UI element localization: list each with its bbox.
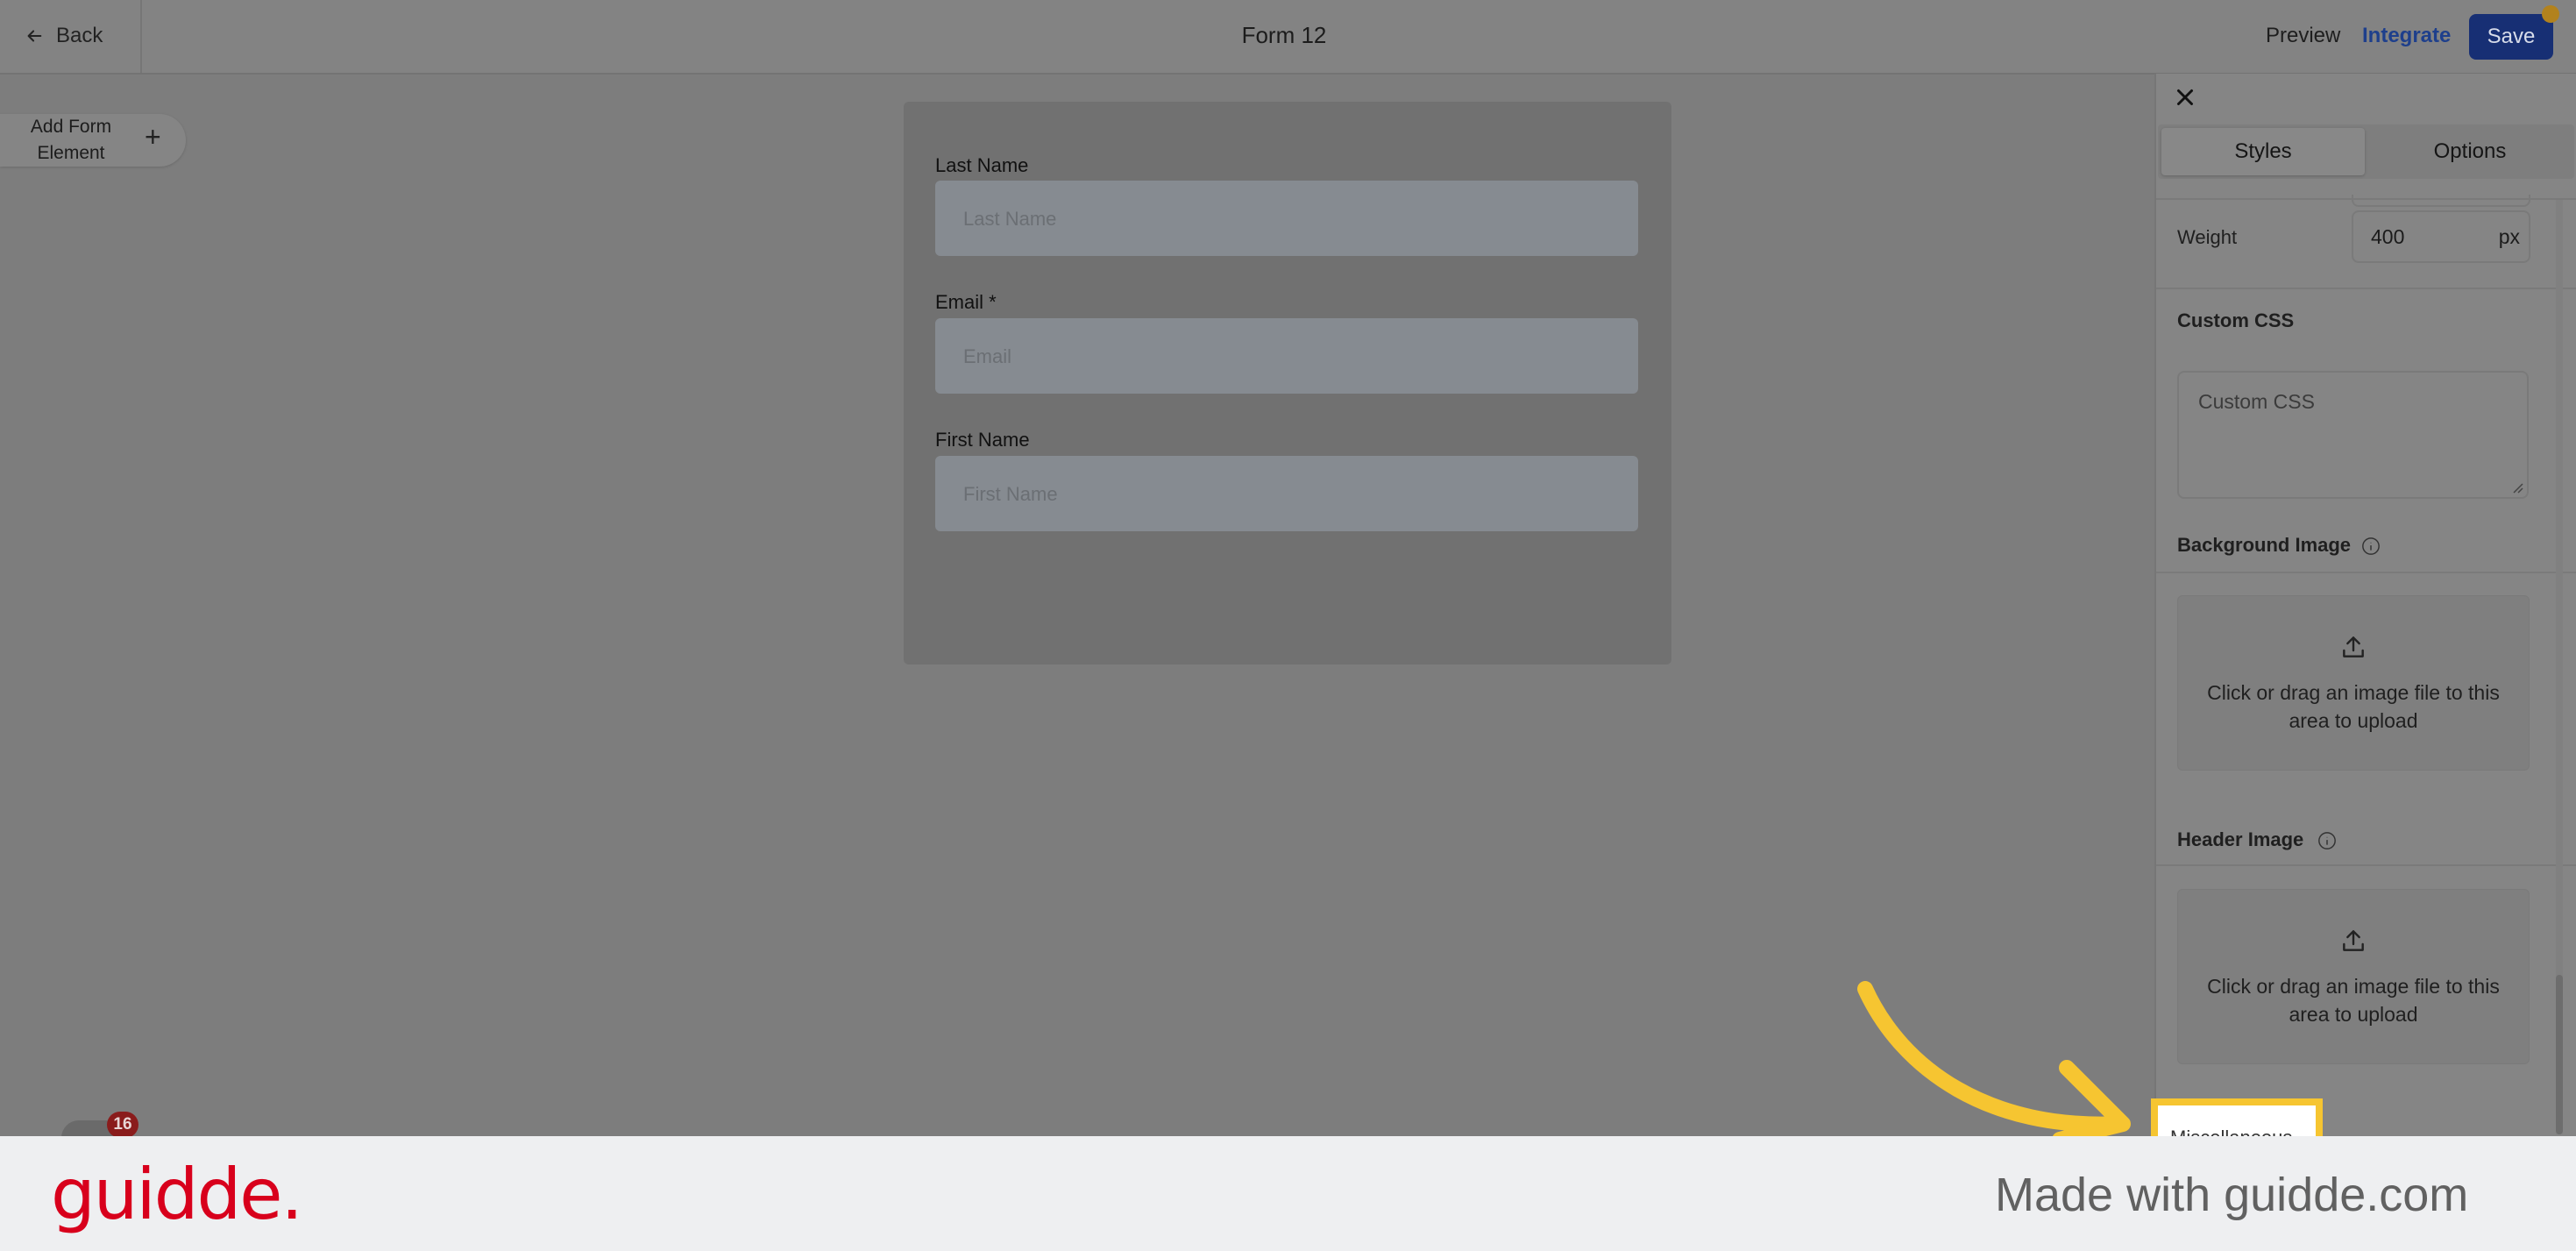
guidde-logo: guidde. xyxy=(51,1154,303,1235)
weight-value: 400 xyxy=(2371,225,2405,248)
custom-css-heading: Custom CSS xyxy=(2177,309,2295,331)
footer: guidde. Made with guidde.com xyxy=(0,1136,2576,1251)
divider xyxy=(2156,288,2576,289)
tab-options[interactable]: Options xyxy=(2368,128,2572,175)
top-bar: Back Form 12 Preview Integrate Save xyxy=(0,0,2576,75)
email-placeholder: Email xyxy=(963,345,1012,367)
tab-styles[interactable]: Styles xyxy=(2161,128,2365,175)
upload-icon xyxy=(2343,636,2364,657)
custom-css-textarea[interactable]: Custom CSS xyxy=(2177,371,2529,499)
back-button[interactable]: Back xyxy=(25,19,103,53)
resize-handle-icon[interactable] xyxy=(2511,481,2523,494)
pointer-arrow-icon xyxy=(1857,981,2131,1148)
close-icon[interactable] xyxy=(2172,84,2198,110)
first-name-placeholder: First Name xyxy=(963,483,1058,505)
weight-unit: px xyxy=(2498,225,2520,248)
integrate-button[interactable]: Integrate xyxy=(2362,24,2451,48)
upload-icon xyxy=(2343,930,2364,951)
divider xyxy=(2156,572,2576,573)
header-image-upload[interactable]: Click or drag an image file to this area… xyxy=(2177,889,2530,1064)
plus-icon: + xyxy=(145,121,161,153)
info-icon[interactable] xyxy=(2317,831,2337,850)
weight-input[interactable]: 400 px xyxy=(2352,210,2530,263)
background-image-upload[interactable]: Click or drag an image file to this area… xyxy=(2177,595,2530,771)
upload-text: Click or drag an image file to this area… xyxy=(2207,681,2500,732)
header-image-heading: Header Image xyxy=(2177,828,2304,850)
first-name-input[interactable]: First Name xyxy=(935,456,1638,531)
previous-input-edge xyxy=(2352,195,2530,207)
add-form-element-button[interactable]: Add Form Element + xyxy=(0,114,186,167)
custom-css-placeholder: Custom CSS xyxy=(2198,390,2315,413)
background-image-heading: Background Image xyxy=(2177,534,2352,556)
field-label-first-name: First Name xyxy=(935,429,1030,451)
arrow-left-icon xyxy=(27,30,42,42)
made-with-text: Made with guidde.com xyxy=(1995,1169,2469,1221)
scrollbar-thumb[interactable] xyxy=(2556,975,2563,1134)
divider xyxy=(2156,864,2576,866)
last-name-input[interactable]: Last Name xyxy=(935,181,1638,256)
weight-label: Weight xyxy=(2177,226,2238,248)
back-label: Back xyxy=(56,24,103,47)
unsaved-indicator xyxy=(2542,5,2559,23)
notification-badge: 16 xyxy=(107,1112,138,1138)
upload-text: Click or drag an image file to this area… xyxy=(2207,975,2500,1026)
divider xyxy=(140,0,142,73)
field-label-email: Email * xyxy=(935,291,997,313)
add-form-element-label: Add Form Element xyxy=(30,117,112,163)
email-input[interactable]: Email xyxy=(935,318,1638,394)
panel-tabs: Styles Options xyxy=(2158,124,2574,179)
field-label-last-name: Last Name xyxy=(935,154,1029,176)
save-button[interactable]: Save xyxy=(2469,14,2553,60)
preview-button[interactable]: Preview xyxy=(2266,24,2340,48)
form-canvas: Last Name Last Name Email * Email First … xyxy=(904,102,1671,665)
last-name-placeholder: Last Name xyxy=(963,208,1057,230)
form-title: Form 12 xyxy=(1241,22,1327,48)
info-icon[interactable] xyxy=(2361,537,2381,556)
